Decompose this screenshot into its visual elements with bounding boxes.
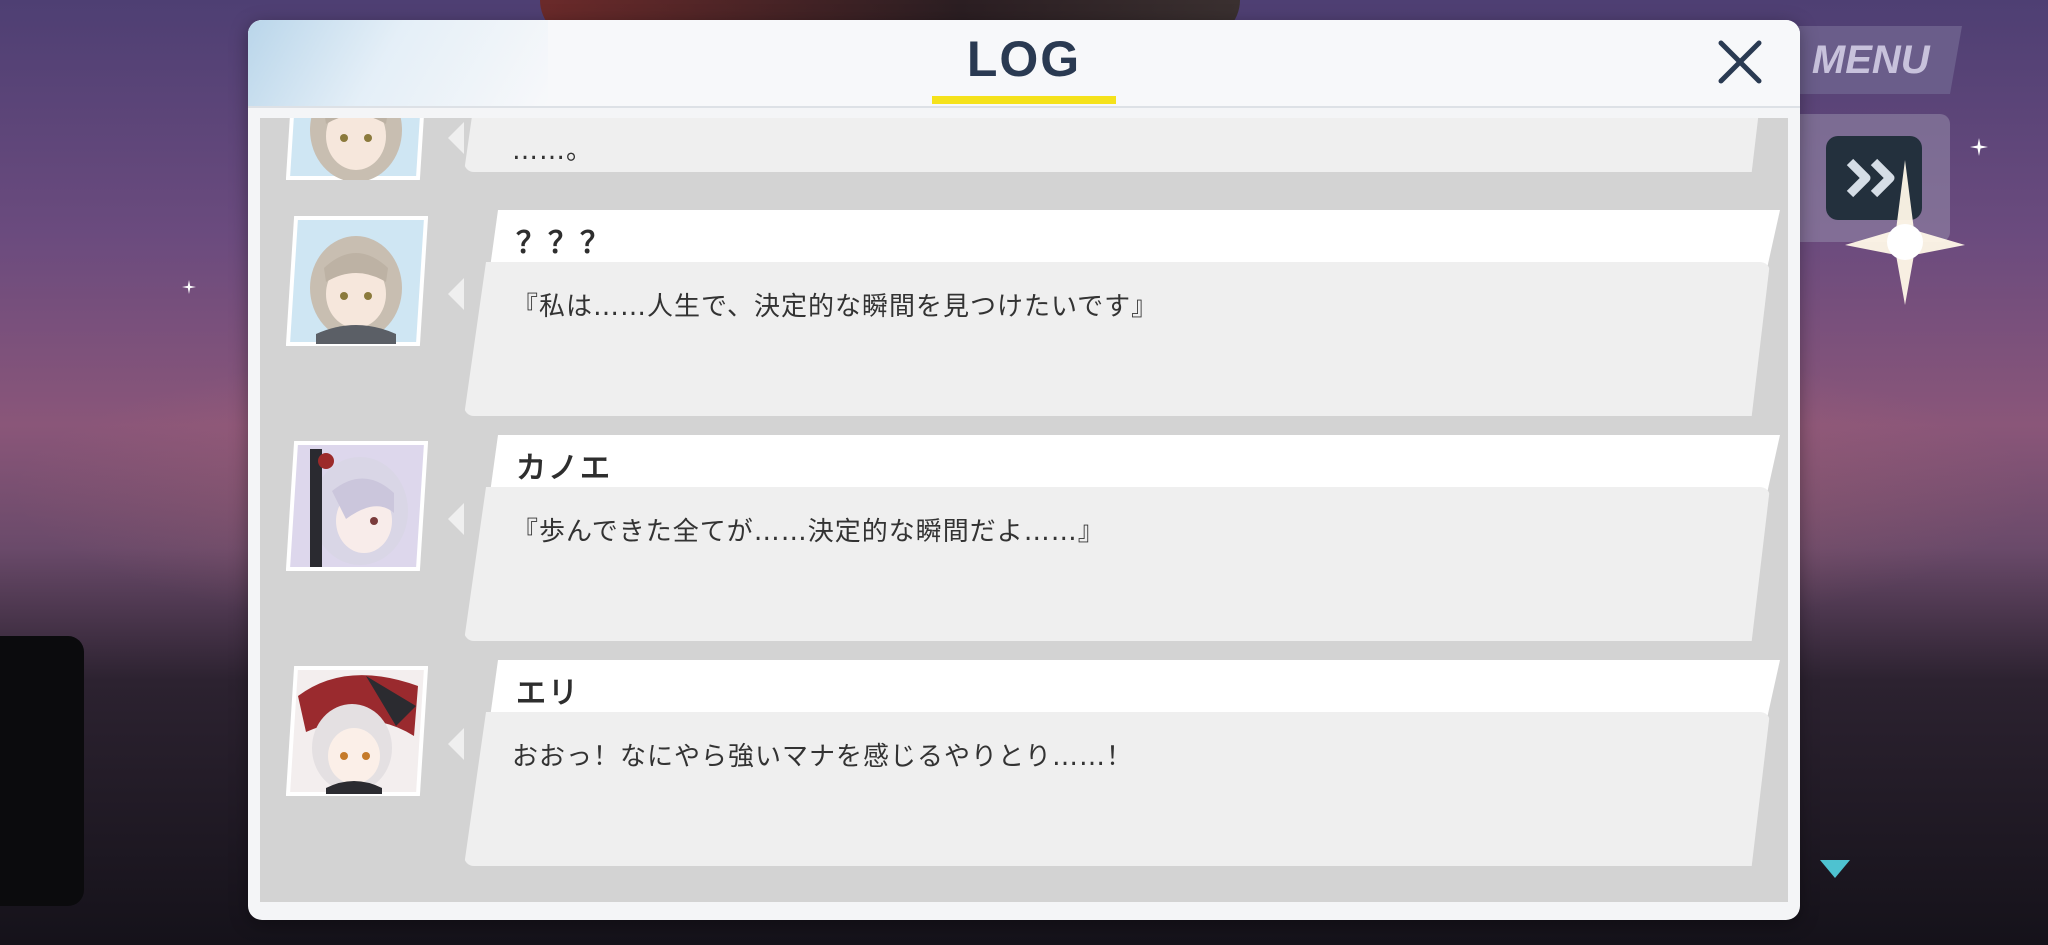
log-entry: ……。 (260, 118, 1788, 202)
girl-silver-hair-portrait (286, 441, 428, 571)
log-window: LOG ……。 ？？？ 『私は……人生で、決定的な瞬間を見つけたいです』 カノエ… (248, 20, 1800, 920)
dialogue-text: 『歩んできた全てが……決定的な瞬間だよ……』 (512, 517, 1105, 547)
character-portrait (286, 118, 428, 180)
girl-beige-hair-portrait (286, 118, 424, 180)
bubble-arrow (448, 122, 464, 154)
page-title: LOG (966, 31, 1082, 87)
log-entry: ？？？ 『私は……人生で、決定的な瞬間を見つけたいです』 (260, 206, 1788, 416)
next-indicator-icon (1820, 860, 1850, 878)
speaker-name: カノエ (516, 451, 612, 486)
sparkle-icon (1845, 160, 1965, 305)
dialogue-text: 『私は……人生で、決定的な瞬間を見つけたいです』 (512, 292, 1159, 322)
character-portrait (286, 441, 428, 571)
speaker-name: ？？？ (516, 226, 612, 261)
log-entry: カノエ 『歩んできた全てが……決定的な瞬間だよ……』 (260, 431, 1788, 641)
log-list[interactable]: ……。 ？？？ 『私は……人生で、決定的な瞬間を見つけたいです』 カノエ 『歩ん… (260, 118, 1788, 902)
speaker-name: エリ (516, 676, 580, 711)
log-header: LOG (248, 20, 1800, 108)
title-underline (932, 96, 1116, 104)
dialogue-text: ……。 (512, 136, 594, 166)
small-sparkle-icon (182, 280, 196, 294)
name-plate (490, 435, 1780, 493)
character-portrait (286, 216, 428, 346)
bubble-arrow (448, 503, 464, 535)
close-icon (1718, 40, 1762, 84)
side-panel (0, 636, 84, 906)
menu-label: MENU (1812, 37, 1930, 82)
log-entry: エリ おおっ！なにやら強いマナを感じるやりとり……！ (260, 656, 1788, 866)
name-plate (490, 210, 1780, 268)
small-sparkle-icon (1970, 138, 1988, 156)
dialogue-box (464, 118, 1770, 172)
girl-red-hood-portrait (286, 666, 428, 796)
dialogue-text: おおっ！なにやら強いマナを感じるやりとり……！ (512, 742, 1134, 772)
girl-beige-hair-portrait (286, 216, 428, 346)
name-plate (490, 660, 1780, 718)
bubble-arrow (448, 278, 464, 310)
character-portrait (286, 666, 428, 796)
bubble-arrow (448, 728, 464, 760)
menu-button[interactable]: MENU (1780, 26, 1962, 94)
close-button[interactable] (1708, 30, 1772, 94)
